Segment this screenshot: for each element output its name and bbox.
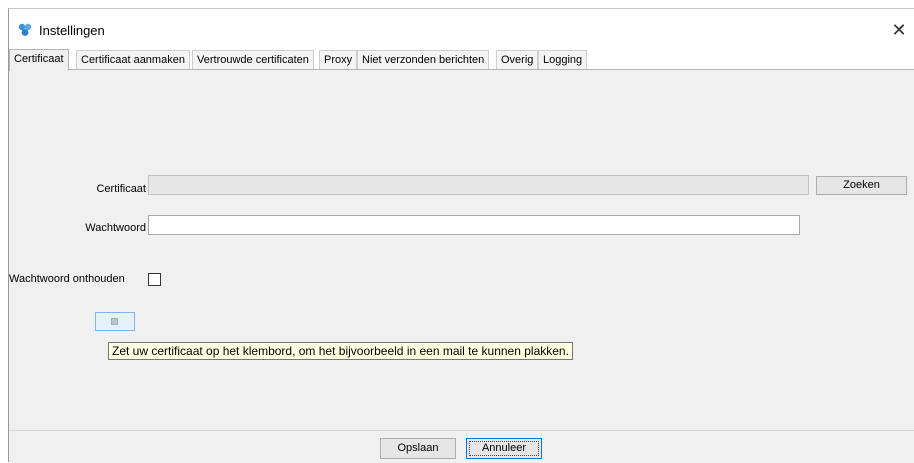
copy-to-clipboard-button[interactable]: [95, 312, 135, 331]
save-button[interactable]: Opslaan: [380, 438, 456, 459]
tab-certificaat-aanmaken[interactable]: Certificaat aanmaken: [76, 50, 190, 69]
password-field[interactable]: [148, 215, 800, 235]
dialog-footer: Opslaan Annuleer: [9, 430, 914, 463]
tab-niet-verzonden-berichten[interactable]: Niet verzonden berichten: [357, 50, 490, 69]
tab-overig[interactable]: Overig: [496, 50, 539, 69]
copy-to-clipboard-icon: [111, 318, 118, 325]
remember-password-checkbox[interactable]: [148, 273, 161, 286]
cancel-button[interactable]: Annuleer: [466, 438, 542, 459]
tab-proxy[interactable]: Proxy: [319, 50, 358, 69]
remember-password-label: Wachtwoord onthouden: [9, 273, 125, 285]
certificate-path-field[interactable]: [148, 175, 809, 195]
tab-bar: Certificaat Certificaat aanmaken Vertrou…: [9, 49, 914, 71]
search-button[interactable]: Zoeken: [816, 176, 907, 195]
tab-logging[interactable]: Logging: [538, 50, 588, 69]
tab-content-certificaat: Certificaat Zoeken Wachtwoord Wachtwoord…: [9, 70, 914, 430]
settings-dialog: Instellingen ✕ Certificaat Certificaat a…: [8, 8, 914, 463]
tab-vertrouwde-certificaten[interactable]: Vertrouwde certificaten: [192, 50, 314, 69]
save-button-label: Opslaan: [397, 442, 439, 454]
settings-app-icon: [18, 23, 32, 36]
copy-tooltip: Zet uw certificaat op het klembord, om h…: [108, 342, 573, 360]
window-title: Instellingen: [39, 23, 105, 38]
close-icon[interactable]: ✕: [884, 17, 914, 43]
title-bar: Instellingen ✕: [9, 9, 914, 49]
certificate-label: Certificaat: [96, 183, 146, 195]
password-label: Wachtwoord: [85, 222, 146, 234]
tab-certificaat[interactable]: Certificaat: [9, 49, 69, 71]
cancel-button-label: Annuleer: [481, 442, 527, 454]
